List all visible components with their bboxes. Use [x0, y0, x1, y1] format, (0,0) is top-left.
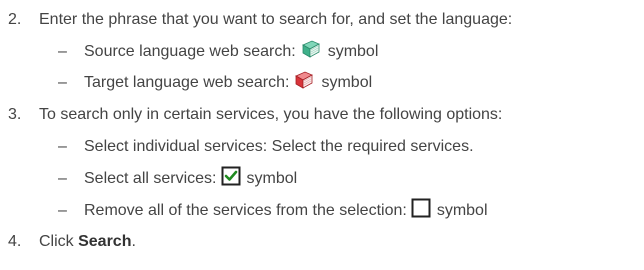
source-language-book-icon — [300, 39, 322, 66]
step-4: 4. Click Search. — [0, 231, 644, 253]
bullet-dash: – — [58, 43, 67, 60]
step-text: Enter the phrase that you want to search… — [39, 11, 513, 28]
symbol-label: symbol — [327, 43, 379, 60]
list-item: – Select all services: symbol — [0, 166, 644, 193]
step-number: 4. — [8, 233, 22, 250]
step-number: 3. — [8, 106, 22, 123]
bullet-dash: – — [58, 202, 67, 219]
symbol-label: symbol — [246, 170, 298, 187]
bullet-text: Select all services: — [84, 170, 217, 187]
bullet-dash: – — [58, 170, 67, 187]
bullet-dash: – — [58, 138, 67, 155]
search-command-label: Search — [78, 233, 132, 250]
bullet-text: Remove all of the services from the sele… — [84, 202, 407, 219]
bullet-dash: – — [58, 74, 67, 91]
bullet-text: Select individual services: Select the r… — [84, 138, 474, 155]
step-3: 3. To search only in certain services, y… — [0, 104, 644, 126]
step-text: Click Search. — [39, 231, 136, 253]
step-2: 2. Enter the phrase that you want to sea… — [0, 9, 644, 31]
list-item: – Target language web search: symbol — [0, 70, 644, 97]
list-item: – Source language web search: symbol — [0, 39, 644, 66]
symbol-label: symbol — [321, 74, 373, 91]
step-text-after: . — [131, 233, 136, 250]
list-item: – Remove all of the services from the se… — [0, 198, 644, 225]
step-text: To search only in certain services, you … — [39, 106, 503, 123]
empty-checkbox-icon — [411, 198, 431, 225]
step-text-before: Click — [39, 233, 79, 250]
bullet-text: Target language web search: — [84, 74, 290, 91]
step-number: 2. — [8, 11, 22, 28]
checked-checkbox-icon — [221, 166, 241, 193]
symbol-label: symbol — [436, 202, 488, 219]
target-language-book-icon — [293, 70, 315, 97]
bullet-text: Source language web search: — [84, 43, 296, 60]
list-item: – Select individual services: Select the… — [0, 136, 644, 158]
